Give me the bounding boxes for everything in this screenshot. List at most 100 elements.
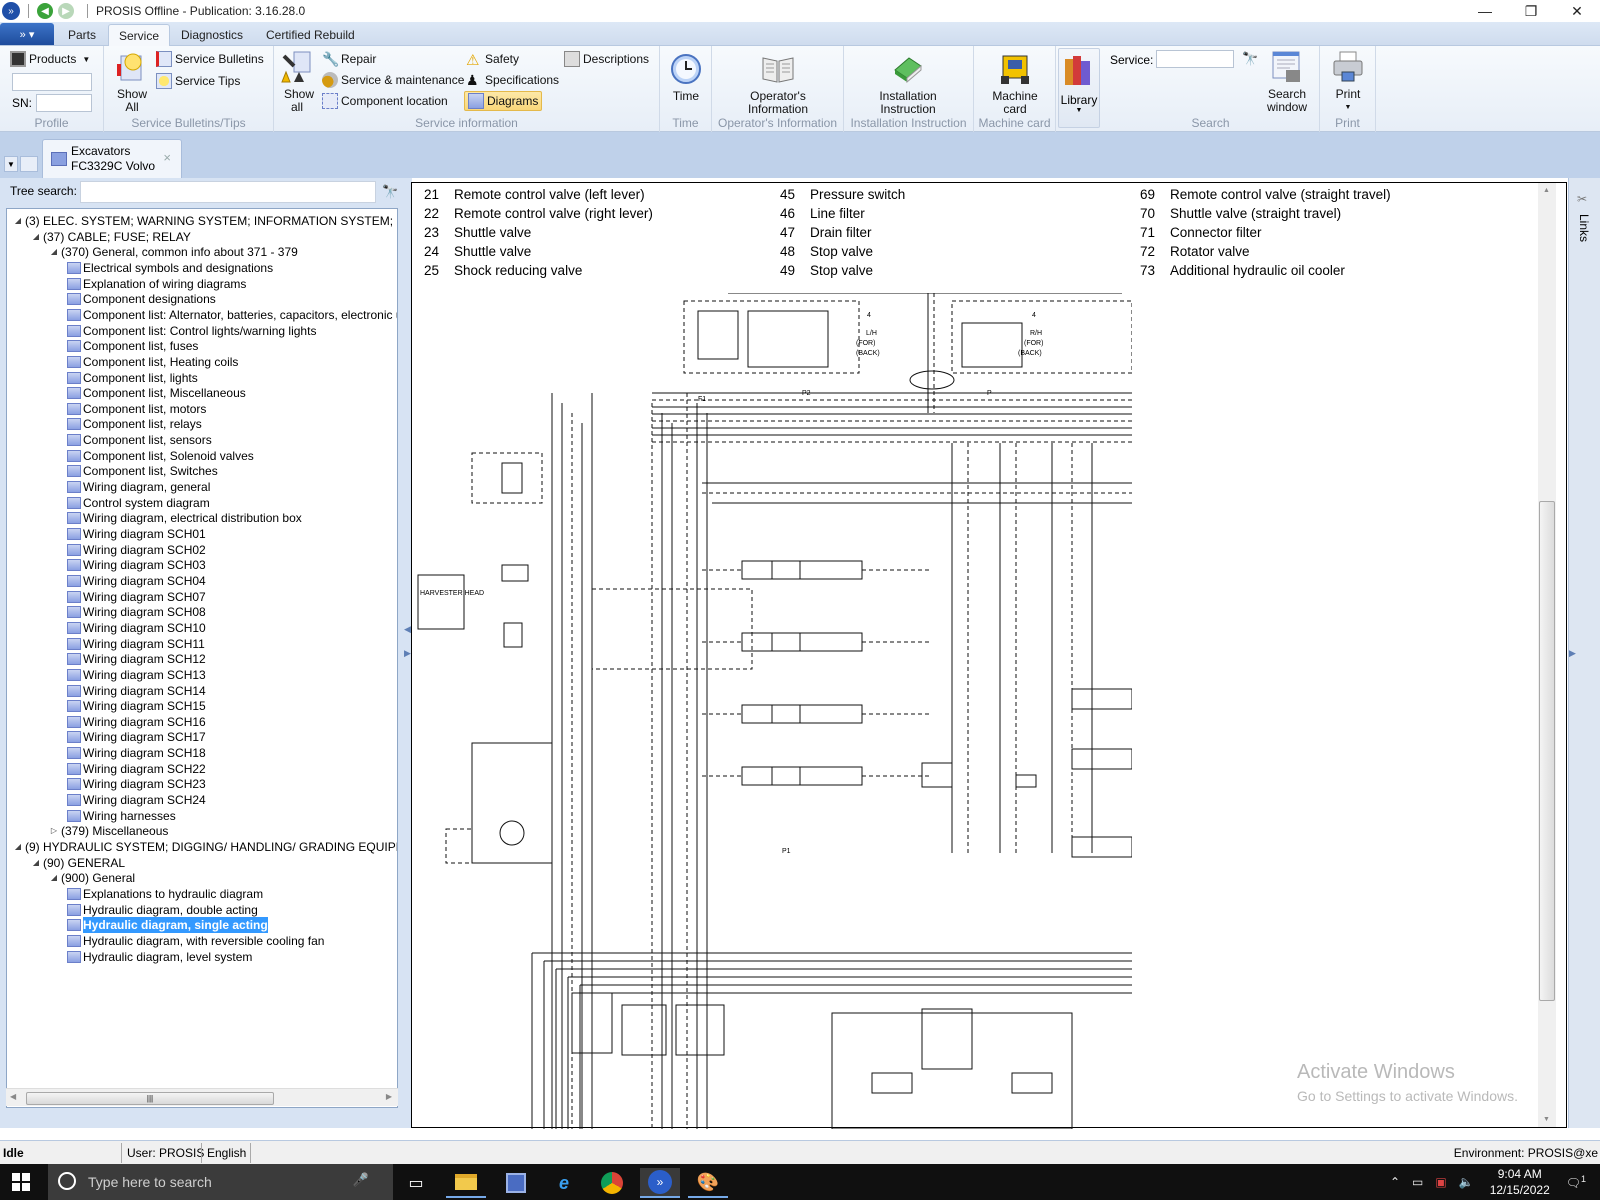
volume-icon[interactable]: 🔈	[1459, 1175, 1474, 1189]
time-button[interactable]: Time	[664, 52, 708, 103]
tree-folder-node[interactable]: ◢ (3) ELEC. SYSTEM; WARNING SYSTEM; INFOR…	[11, 213, 397, 229]
scroll-right-arrow[interactable]: ▶	[386, 1092, 392, 1101]
service-tips-button[interactable]: Service Tips	[156, 71, 240, 91]
specifications-button[interactable]: ♟ Specifications	[466, 70, 559, 90]
internet-explorer-icon[interactable]: e	[544, 1168, 584, 1198]
collapse-arrow-icon[interactable]: ◢	[47, 870, 61, 886]
tree-horizontal-scrollbar[interactable]: ◀ ||| ▶	[6, 1088, 398, 1106]
scroll-up-arrow[interactable]: ▲	[1543, 187, 1550, 194]
repair-button[interactable]: 🔧 Repair	[322, 49, 376, 69]
tree-document-node[interactable]: Component list, Switches	[67, 463, 218, 479]
collapse-arrow-icon[interactable]: ◢	[29, 229, 43, 245]
tree-document-node[interactable]: Component list, motors	[67, 401, 206, 417]
descriptions-button[interactable]: Descriptions	[564, 49, 649, 69]
tree-document-node[interactable]: Control system diagram	[67, 495, 210, 511]
diagram-vertical-scrollbar[interactable]: ▲ ▼	[1538, 183, 1556, 1127]
tree-document-node[interactable]: Wiring diagram SCH18	[67, 745, 206, 761]
tree-search-input[interactable]	[80, 181, 376, 203]
application-menu-button[interactable]: » ▾	[0, 23, 54, 45]
expand-links-arrow[interactable]: ▶	[1569, 648, 1576, 659]
tree-document-node[interactable]: Wiring diagram SCH10	[67, 620, 206, 636]
service-bulletins-button[interactable]: Service Bulletins	[156, 49, 264, 69]
floppy-app-icon[interactable]	[496, 1168, 536, 1198]
print-button[interactable]: Print ▼	[1326, 50, 1370, 114]
binoculars-icon[interactable]: 🔭	[1242, 51, 1258, 67]
component-location-button[interactable]: Component location	[322, 91, 448, 111]
tree-document-node[interactable]: Component list, Solenoid valves	[67, 448, 254, 464]
diagram-viewer[interactable]: 21 Remote control valve (left lever) 22 Rem…	[411, 182, 1567, 1129]
safety-button[interactable]: ⚠ Safety	[466, 49, 519, 69]
close-button[interactable]: ✕	[1554, 0, 1600, 22]
tree-document-node[interactable]: Component designations	[67, 291, 216, 307]
products-field[interactable]	[12, 73, 92, 91]
tree-folder-node[interactable]: ◢ (37) CABLE; FUSE; RELAY	[29, 229, 191, 245]
links-panel-tab[interactable]: ✂ Links ▶	[1568, 178, 1600, 1128]
tab-certified-rebuild[interactable]: Certified Rebuild	[256, 24, 365, 46]
tree-document-node[interactable]: Wiring diagram SCH14	[67, 683, 206, 699]
microphone-icon[interactable]: 🎤	[353, 1172, 369, 1188]
tree-document-node[interactable]: Wiring diagram SCH11	[67, 636, 205, 652]
collapse-left-arrow[interactable]: ◀	[404, 624, 411, 635]
minimize-button[interactable]: —	[1462, 0, 1508, 22]
scroll-thumb[interactable]: |||	[26, 1092, 274, 1105]
tree-document-node[interactable]: Electrical symbols and designations	[67, 260, 273, 276]
scroll-thumb[interactable]	[1539, 501, 1555, 1001]
taskbar-search-box[interactable]: Type here to search 🎤	[48, 1164, 393, 1200]
tree-document-node[interactable]: Wiring diagram SCH08	[67, 604, 206, 620]
tree-document-node[interactable]: Component list, fuses	[67, 338, 198, 354]
library-button[interactable]: Library ▼	[1058, 48, 1100, 128]
service-info-show-all-button[interactable]: Show all	[278, 50, 316, 114]
file-explorer-icon[interactable]	[446, 1168, 486, 1198]
tree-document-node[interactable]: Explanation of wiring diagrams	[67, 276, 246, 292]
tree-document-node[interactable]: Component list, relays	[67, 416, 202, 432]
tree-document-node[interactable]: Component list: Alternator, batteries, c…	[67, 307, 397, 323]
tree-document-node[interactable]: Explanations to hydraulic diagram	[67, 886, 263, 902]
tree-document-node[interactable]: Wiring diagram SCH03	[67, 557, 206, 573]
back-button[interactable]: ◀	[37, 3, 53, 19]
machine-card-button[interactable]: Machine card	[982, 52, 1048, 116]
tree-document-node[interactable]: Wiring diagram SCH01	[67, 526, 206, 542]
power-icon[interactable]: ▭	[1412, 1175, 1423, 1189]
tree-document-node[interactable]: Component list, Miscellaneous	[67, 385, 246, 401]
installation-instruction-button[interactable]: Installation Instruction	[860, 52, 956, 116]
tree-document-node[interactable]: Wiring diagram SCH15	[67, 698, 206, 714]
tree-document-node[interactable]: Component list, lights	[67, 370, 198, 386]
collapse-arrow-icon[interactable]: ◢	[11, 839, 25, 855]
collapse-arrow-icon[interactable]: ◢	[47, 244, 61, 260]
tree-folder-node[interactable]: ◢ (370) General, common info about 371 - …	[47, 244, 298, 260]
chrome-icon[interactable]	[592, 1168, 632, 1198]
show-hidden-icons-chevron[interactable]: ⌃	[1390, 1175, 1400, 1189]
tree-document-node[interactable]: Wiring diagram SCH17	[67, 729, 206, 745]
new-tab-button[interactable]	[20, 156, 38, 172]
tree-document-node[interactable]: Component list: Control lights/warning l…	[67, 323, 316, 339]
document-tab-excavators[interactable]: Excavators FC3329C Volvo ×	[42, 139, 182, 179]
collapse-arrow-icon[interactable]: ◢	[29, 855, 43, 871]
diagrams-button[interactable]: Diagrams	[464, 91, 543, 111]
paint-icon[interactable]: 🎨	[688, 1168, 728, 1198]
tab-parts[interactable]: Parts	[58, 24, 106, 46]
tree-document-node[interactable]: Wiring diagram, electrical distribution …	[67, 510, 302, 526]
products-dropdown[interactable]: Products ▼	[10, 49, 90, 69]
start-button[interactable]	[12, 1173, 30, 1191]
task-view-icon[interactable]: ▭	[396, 1168, 436, 1198]
action-center-icon[interactable]: 🗨1	[1566, 1174, 1586, 1190]
close-tab-icon[interactable]: ×	[163, 150, 171, 165]
forward-button[interactable]: ▶	[58, 3, 74, 19]
tree-document-node[interactable]: Hydraulic diagram, with reversible cooli…	[67, 933, 324, 949]
search-window-button[interactable]: Search window	[1260, 50, 1314, 114]
scroll-down-arrow[interactable]: ▼	[1543, 1116, 1550, 1123]
tree-document-node[interactable]: Wiring harnesses	[67, 808, 176, 824]
tree-document-node[interactable]: Component list, Heating coils	[67, 354, 238, 370]
operators-information-button[interactable]: Operator's Information	[732, 52, 824, 116]
tree-document-node[interactable]: Wiring diagram SCH23	[67, 776, 206, 792]
service-search-input[interactable]	[1156, 50, 1234, 68]
tree-document-node[interactable]: Wiring diagram SCH12	[67, 651, 206, 667]
tree-document-node[interactable]: Hydraulic diagram, single acting	[67, 917, 268, 934]
network-disconnected-icon[interactable]: ▣	[1435, 1175, 1446, 1189]
maximize-button[interactable]: ❐	[1508, 0, 1554, 22]
tab-service[interactable]: Service	[108, 24, 171, 46]
tree-document-node[interactable]: Hydraulic diagram, level system	[67, 949, 252, 965]
tree-folder-node[interactable]: ▷ (379) Miscellaneous	[47, 823, 168, 839]
scroll-left-arrow[interactable]: ◀	[10, 1092, 16, 1101]
tree-folder-node[interactable]: ◢ (9) HYDRAULIC SYSTEM; DIGGING/ HANDLING…	[11, 839, 397, 855]
